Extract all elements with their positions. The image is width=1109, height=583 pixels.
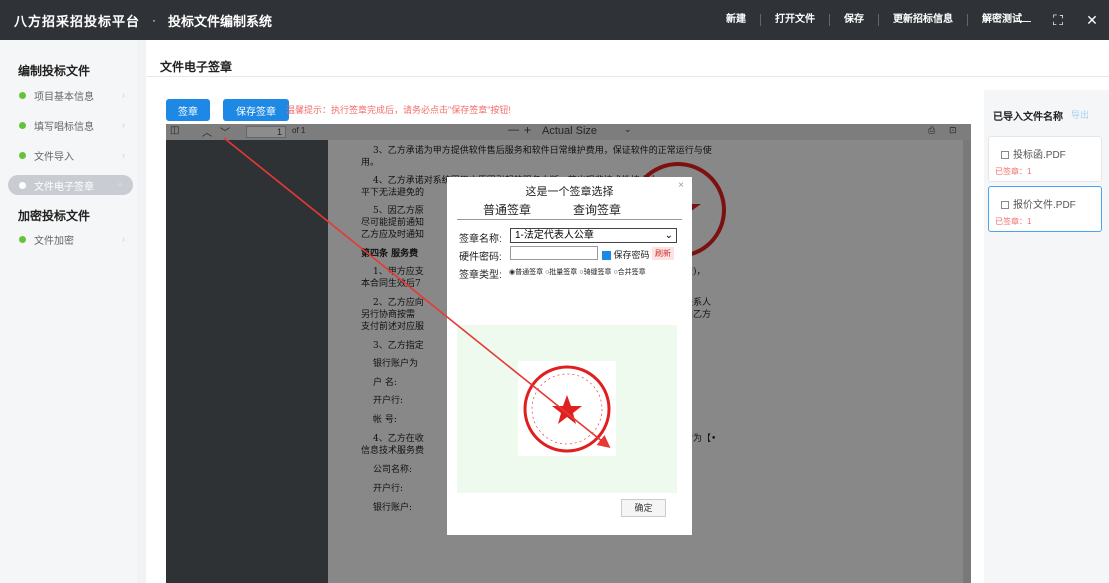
fullscreen-icon[interactable]: ⛶ — [1041, 12, 1075, 29]
menu-save[interactable]: 保存 — [829, 14, 878, 26]
export-link[interactable]: 导出 — [1071, 108, 1089, 121]
minimize-icon[interactable]: — — [1007, 12, 1041, 28]
main-content: 文件电子签章 签章 保存签章 温馨提示：执行签章完成后，请务必点击"保存签章"按… — [146, 40, 1109, 583]
file-name-text: 报价文件.PDF — [1013, 200, 1076, 211]
menu-update-tender-info[interactable]: 更新招标信息 — [878, 14, 967, 26]
brand-logo: 八方招采招投标平台 — [14, 14, 141, 30]
chevron-right-icon: › — [122, 234, 125, 244]
sidebar-item-bid-info[interactable]: 填写唱标信息 › — [8, 115, 133, 135]
close-icon[interactable]: ✕ — [1075, 12, 1109, 29]
sidebar-section-compile: 编制投标文件 — [18, 64, 91, 78]
sidebar-section-encrypt: 加密投标文件 — [18, 209, 91, 223]
status-dot-icon — [19, 91, 26, 99]
sidebar-item-file-encrypt[interactable]: 文件加密 › — [8, 229, 133, 249]
checkbox-icon[interactable] — [1001, 151, 1009, 159]
imported-files-panel: 已导入文件名称 导出 投标函.PDF 已签章：1 报价文件.PDF 已签章：1 — [984, 90, 1109, 583]
sidebar-item-e-sign[interactable]: 文件电子签章 + — [8, 175, 133, 195]
sidebar-item-label: 项目基本信息 — [34, 91, 94, 103]
file-name: 投标函.PDF — [1001, 146, 1066, 161]
chevron-right-icon: › — [122, 120, 125, 130]
sidebar-item-project-info[interactable]: 项目基本信息 › — [8, 85, 133, 105]
sidebar-item-label: 文件加密 — [34, 235, 74, 247]
file-card[interactable]: 投标函.PDF 已签章：1 — [988, 136, 1102, 182]
status-dot-icon — [19, 181, 26, 189]
panel-title: 已导入文件名称 — [993, 112, 1063, 123]
sidebar-item-label: 文件导入 — [34, 151, 74, 163]
top-bar: 八方招采招投标平台 · 投标文件编制系统 新建 打开文件 保存 更新招标信息 解… — [0, 0, 1109, 40]
file-sign-status: 已签章：1 — [995, 217, 1032, 226]
sidebar-item-label: 填写唱标信息 — [34, 121, 94, 133]
annotation-arrow — [223, 137, 611, 449]
menu-open-file[interactable]: 打开文件 — [760, 14, 829, 26]
sidebar-item-label: 文件电子签章 — [34, 181, 94, 193]
file-sign-status: 已签章：1 — [995, 167, 1032, 176]
file-name: 报价文件.PDF — [1001, 196, 1076, 211]
sidebar: 编制投标文件 项目基本信息 › 填写唱标信息 › 文件导入 › 文件电子签章 +… — [0, 40, 137, 583]
top-menu: 新建 打开文件 保存 更新招标信息 解密测试 — [712, 0, 1036, 40]
status-dot-icon — [19, 151, 26, 159]
file-name-text: 投标函.PDF — [1013, 150, 1066, 161]
file-card[interactable]: 报价文件.PDF 已签章：1 — [988, 186, 1102, 232]
window-controls: — ⛶ ✕ — [1007, 0, 1109, 40]
menu-new[interactable]: 新建 — [712, 14, 760, 26]
sidebar-item-file-import[interactable]: 文件导入 › — [8, 145, 133, 165]
status-dot-icon — [19, 235, 26, 243]
checkbox-icon[interactable] — [1001, 201, 1009, 209]
chevron-right-icon: › — [122, 150, 125, 160]
system-title: 投标文件编制系统 — [168, 13, 273, 29]
title-separator: · — [152, 13, 157, 27]
chevron-right-icon: › — [122, 90, 125, 100]
plus-icon: + — [117, 179, 123, 191]
status-dot-icon — [19, 121, 26, 129]
